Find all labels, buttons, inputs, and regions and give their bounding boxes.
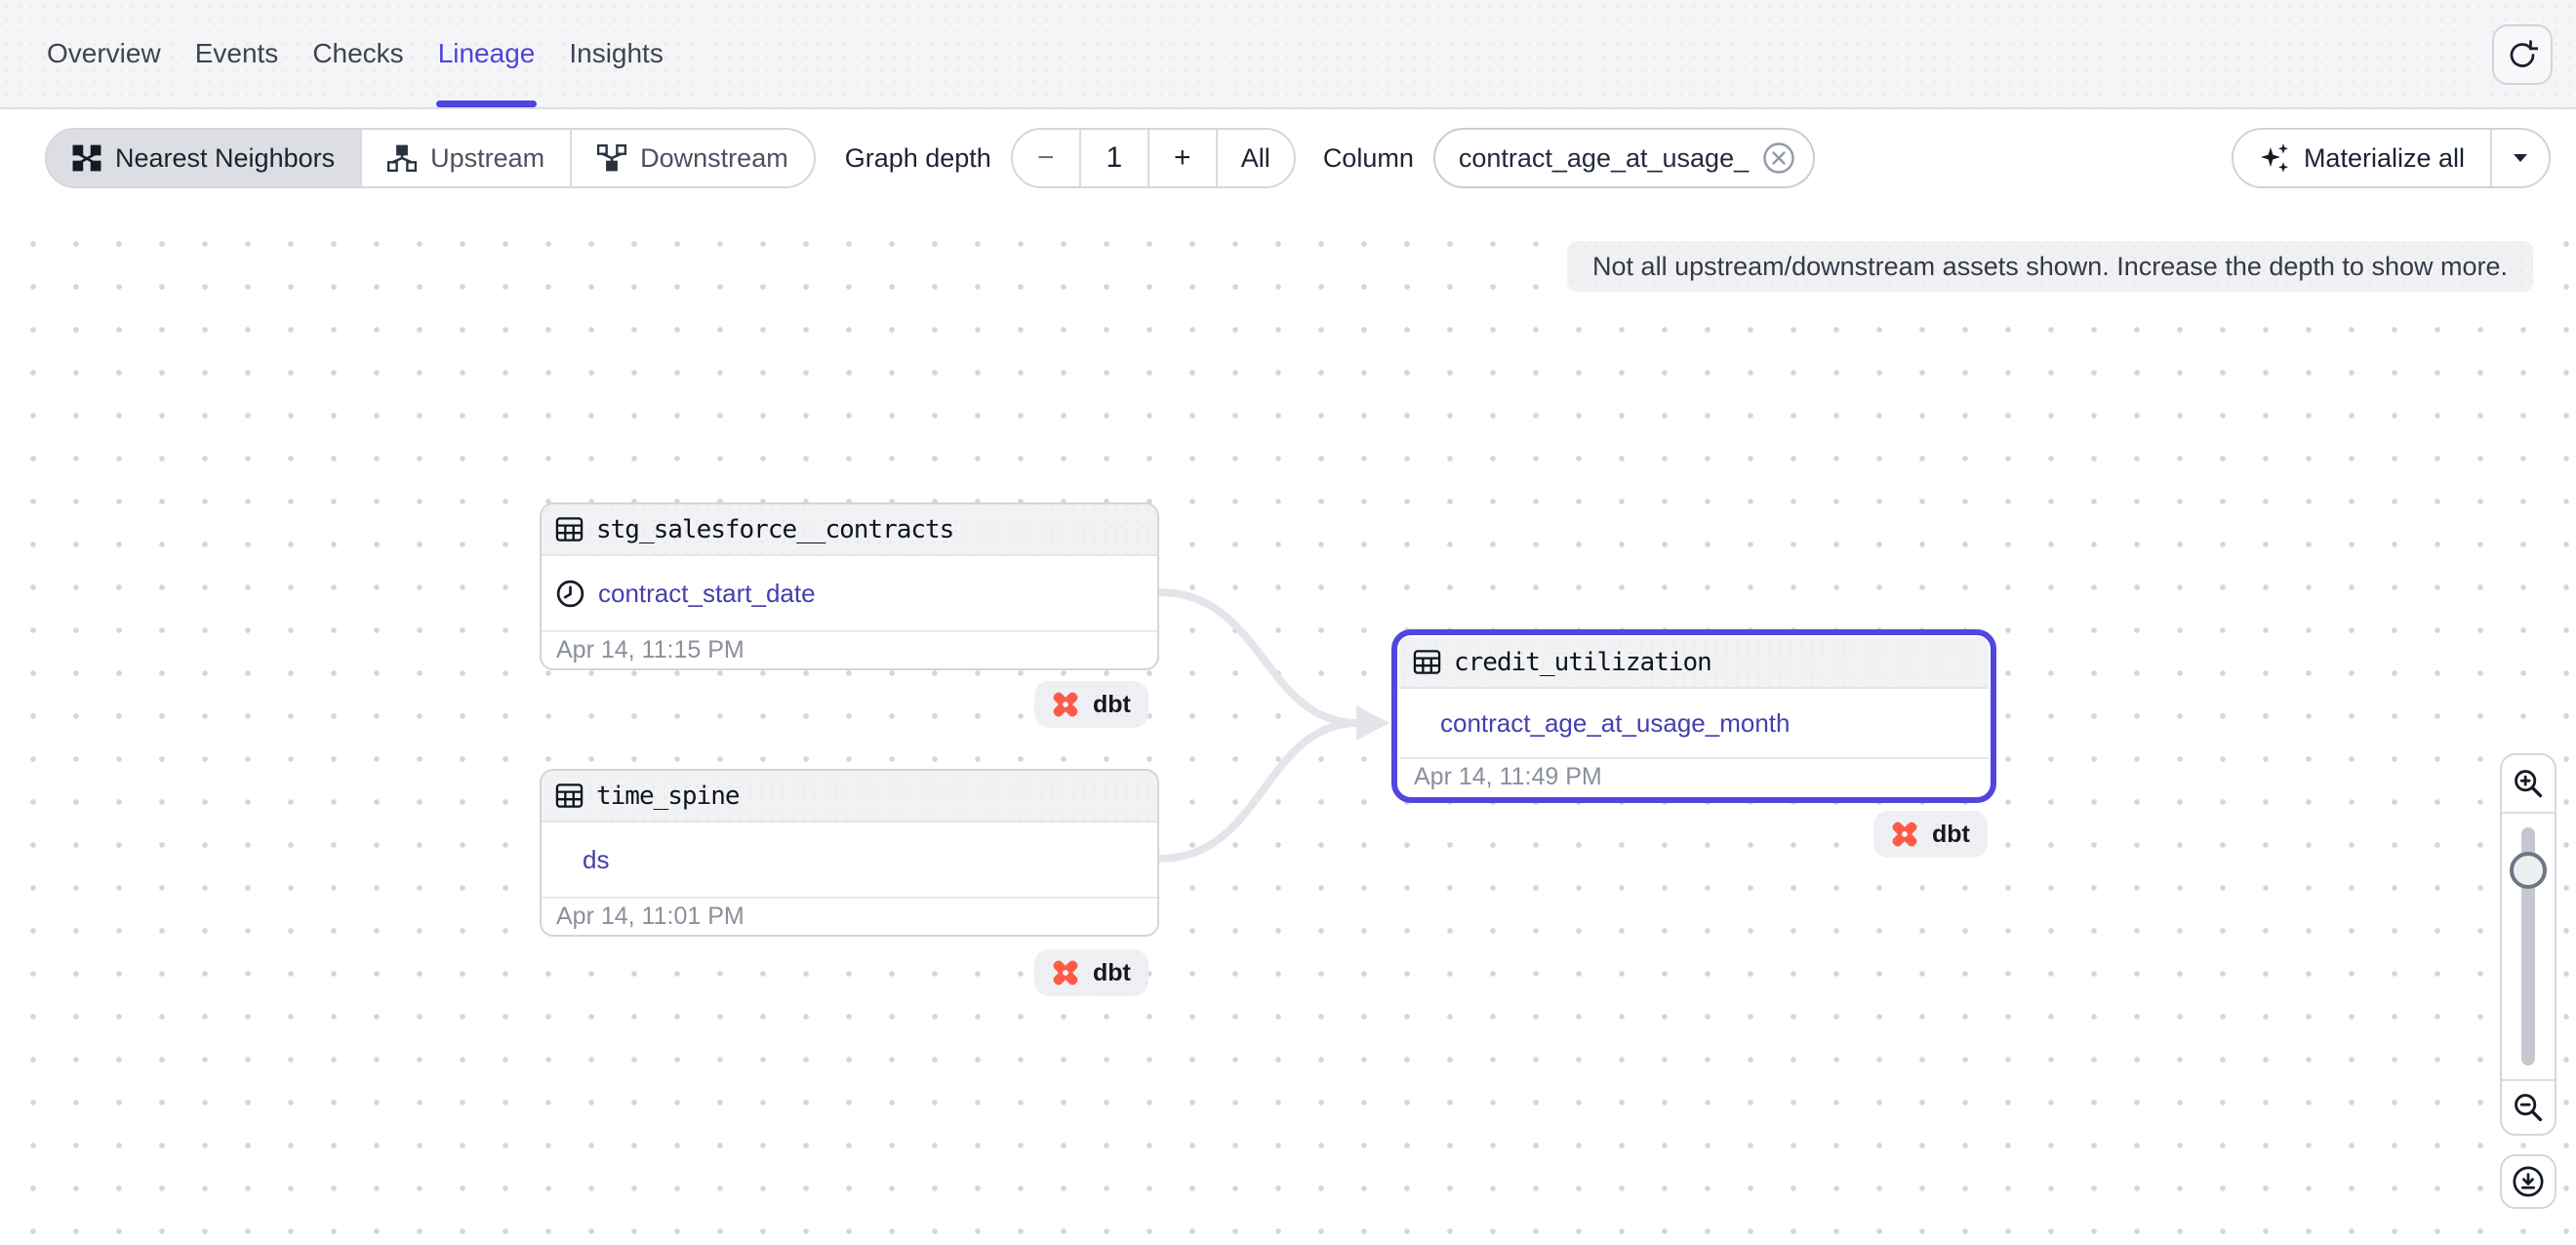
tab-events[interactable]: Events (195, 0, 279, 107)
column-link[interactable]: ds (583, 845, 609, 875)
mode-downstream-button[interactable]: Downstream (572, 130, 814, 186)
dbt-logo-icon (1048, 955, 1083, 990)
graph-depth-label: Graph depth (845, 143, 991, 174)
dbt-badge: dbt (1034, 949, 1148, 996)
asset-node-header: credit_utilization (1399, 637, 1989, 689)
column-filter-chip[interactable]: contract_age_at_usage_ (1433, 128, 1815, 188)
column-filter-value: contract_age_at_usage_ (1459, 143, 1749, 174)
lineage-canvas[interactable]: Not all upstream/downstream assets shown… (0, 207, 2576, 1245)
table-icon (555, 515, 584, 543)
dbt-badge: dbt (1873, 811, 1988, 858)
edge (1159, 723, 1358, 859)
zoom-slider (2502, 814, 2555, 1079)
asset-column-row: ds (542, 823, 1157, 897)
asset-title: stg_salesforce__contracts (596, 515, 953, 544)
asset-node-header: stg_salesforce__contracts (542, 504, 1157, 556)
asset-title: time_spine (596, 782, 740, 811)
lineage-toolbar: Nearest Neighbors Upstream (0, 109, 2576, 207)
asset-node-header: time_spine (542, 771, 1157, 823)
sparkles-icon (2259, 141, 2290, 175)
graph-depth-stepper: − 1 + All (1011, 128, 1296, 188)
asset-column-row: contract_age_at_usage_month (1399, 689, 1989, 757)
column-link[interactable]: contract_start_date (598, 579, 816, 609)
asset-node-time-spine[interactable]: time_spine ds Apr 14, 11:01 PM (540, 769, 1159, 937)
dbt-logo-icon (1048, 687, 1083, 722)
materialize-split-button: Materialize all (2232, 128, 2551, 188)
depth-decrease-button[interactable]: − (1013, 130, 1081, 186)
view-mode-segmented-control: Nearest Neighbors Upstream (45, 128, 816, 188)
table-icon (555, 782, 584, 810)
depth-all-button[interactable]: All (1218, 130, 1294, 186)
asset-timestamp: Apr 14, 11:15 PM (542, 630, 1157, 668)
download-center-icon (2512, 1165, 2545, 1198)
asset-timestamp: Apr 14, 11:49 PM (1399, 757, 1989, 795)
tab-overview[interactable]: Overview (47, 0, 161, 107)
zoom-out-button[interactable] (2502, 1079, 2555, 1134)
tab-insights[interactable]: Insights (569, 0, 664, 107)
depth-value[interactable]: 1 (1081, 130, 1149, 186)
materialize-all-button[interactable]: Materialize all (2234, 130, 2492, 186)
asset-title: credit_utilization (1454, 648, 1711, 677)
refresh-icon (2507, 39, 2538, 70)
materialize-dropdown-button[interactable] (2492, 130, 2549, 186)
downstream-icon (597, 144, 626, 172)
tab-lineage[interactable]: Lineage (438, 0, 536, 107)
caret-down-icon (2513, 153, 2528, 163)
column-label: Column (1323, 143, 1414, 174)
column-link[interactable]: contract_age_at_usage_month (1440, 708, 1791, 739)
depth-increase-button[interactable]: + (1149, 130, 1218, 186)
nearest-neighbors-icon (72, 144, 101, 172)
lineage-edges (0, 207, 2576, 1245)
asset-timestamp: Apr 14, 11:01 PM (542, 897, 1157, 935)
zoom-slider-handle[interactable] (2510, 852, 2547, 889)
table-icon (1413, 648, 1441, 676)
zoom-in-icon (2512, 767, 2545, 800)
clock-icon (555, 579, 585, 609)
edge-arrowhead (1356, 705, 1389, 741)
recenter-view-button[interactable] (2500, 1154, 2556, 1209)
upstream-icon (387, 144, 417, 172)
zoom-panel (2500, 753, 2556, 1136)
dbt-badge: dbt (1034, 681, 1148, 728)
clear-column-filter-icon[interactable] (1762, 141, 1795, 175)
edge (1159, 592, 1358, 723)
dbt-logo-icon (1887, 817, 1922, 852)
top-nav: Overview Events Checks Lineage Insights (0, 0, 2576, 109)
tab-bar: Overview Events Checks Lineage Insights (47, 0, 664, 107)
asset-column-row: contract_start_date (542, 556, 1157, 630)
refresh-button[interactable] (2492, 24, 2553, 85)
mode-nearest-neighbors-button[interactable]: Nearest Neighbors (47, 130, 362, 186)
asset-node-stg-salesforce-contracts[interactable]: stg_salesforce__contracts contract_start… (540, 502, 1159, 670)
zoom-in-button[interactable] (2502, 755, 2555, 814)
tab-checks[interactable]: Checks (312, 0, 403, 107)
depth-notice: Not all upstream/downstream assets shown… (1567, 241, 2533, 292)
mode-upstream-button[interactable]: Upstream (362, 130, 572, 186)
zoom-out-icon (2512, 1091, 2545, 1124)
asset-node-credit-utilization[interactable]: credit_utilization contract_age_at_usage… (1391, 629, 1996, 803)
